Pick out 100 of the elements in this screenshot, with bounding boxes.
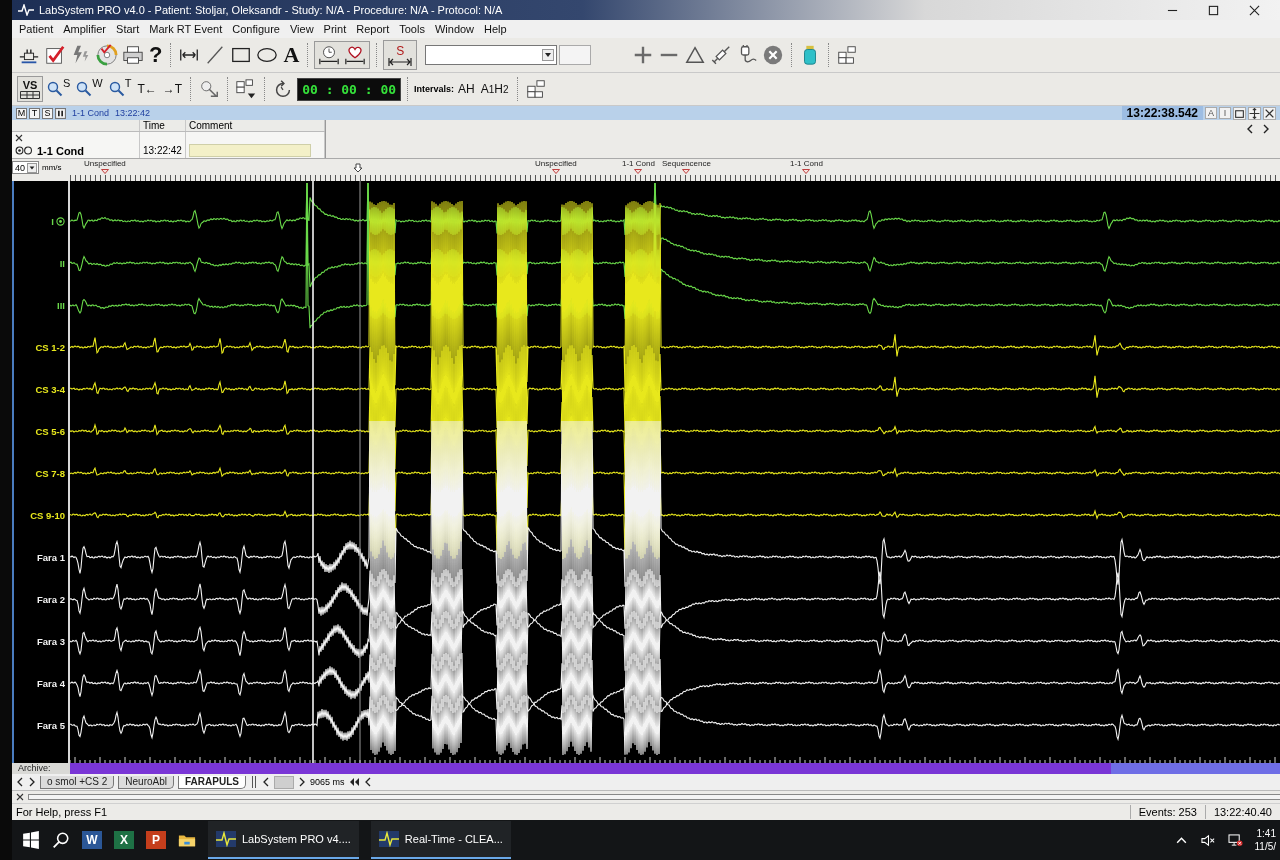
channel-label: CS 1-2: [35, 341, 65, 353]
cursor-line[interactable]: [359, 181, 361, 763]
marker-label[interactable]: Unspecified: [84, 159, 126, 169]
close-icon[interactable]: [15, 133, 23, 142]
table-cell: 13:22:42: [143, 145, 182, 156]
layout-icon[interactable]: [836, 44, 859, 66]
cancel-icon[interactable]: [762, 44, 785, 66]
comment-field[interactable]: [189, 144, 311, 157]
marker-label[interactable]: Unspecified: [535, 159, 577, 169]
disc-icon[interactable]: [96, 44, 118, 66]
taskbar-app-button[interactable]: LabSystem PRO v4....: [208, 821, 359, 859]
event-title: 1-1 Cond: [72, 108, 110, 118]
network-icon[interactable]: [1227, 833, 1243, 847]
event-name[interactable]: 1-1 Cond: [37, 144, 85, 157]
menu-item[interactable]: View: [284, 22, 319, 36]
chevron-right-icon[interactable]: [1262, 124, 1270, 134]
pinned-app-button[interactable]: X: [114, 831, 134, 849]
menu-item[interactable]: Tools: [394, 22, 430, 36]
zoom-button[interactable]: S: [45, 76, 73, 102]
text-tool-button[interactable]: A: [281, 42, 302, 68]
menu-item[interactable]: Print: [318, 22, 352, 36]
channel-label: CS 5-6: [35, 425, 65, 437]
scroll-track[interactable]: [28, 794, 1280, 800]
marker-triangle-icon[interactable]: [802, 169, 811, 174]
search-icon[interactable]: [52, 831, 70, 849]
mode-button[interactable]: M: [16, 107, 27, 119]
restore-icon[interactable]: [1233, 106, 1246, 120]
marker-triangle-icon[interactable]: [682, 169, 691, 174]
close-icon[interactable]: [1263, 106, 1276, 120]
input-field[interactable]: [559, 45, 592, 65]
speed-unit: mm/s: [42, 163, 62, 172]
sheet-tab[interactable]: o smol +CS 2: [40, 775, 115, 789]
double-ring-icon: [15, 146, 33, 155]
marker-label[interactable]: Sequencence: [662, 159, 711, 169]
mode-button[interactable]: T: [29, 107, 40, 119]
chevron-right-icon[interactable]: [28, 777, 36, 787]
clock-caliper-icon[interactable]: [318, 44, 341, 66]
taskbar-app-button[interactable]: Real-Time - CLEA...: [370, 821, 511, 859]
menu-item[interactable]: Start: [111, 22, 145, 36]
close-icon[interactable]: [16, 793, 24, 801]
menu-item[interactable]: Report: [351, 22, 395, 36]
intervals-label: Intervals:: [414, 84, 455, 94]
menu-item[interactable]: Help: [479, 22, 512, 36]
close-icon[interactable]: [1249, 4, 1260, 16]
mode-button[interactable]: S: [42, 107, 53, 119]
muted-speaker-icon[interactable]: [1200, 833, 1216, 847]
chevron-left-icon[interactable]: [364, 777, 373, 787]
archive-label: Archive:: [12, 763, 70, 774]
speed-select[interactable]: 40: [12, 161, 39, 174]
view-select-button[interactable]: VS: [17, 76, 43, 102]
pinned-app-button[interactable]: W: [82, 831, 102, 849]
channel-label: Fara 4: [37, 677, 65, 689]
sheet-tab[interactable]: FARAPULS: [178, 775, 246, 789]
rewind-icon[interactable]: [348, 777, 361, 787]
heart-caliper-icon[interactable]: [344, 44, 367, 66]
channel-label: III: [57, 299, 65, 311]
marker-triangle-icon[interactable]: [634, 169, 643, 174]
menu-item[interactable]: Configure: [227, 22, 285, 36]
grid-icon[interactable]: [524, 78, 547, 100]
menu-item[interactable]: Patient: [14, 22, 59, 36]
marker-triangle-icon[interactable]: [100, 169, 109, 174]
cursor-time: 13:22:38.542: [1121, 106, 1203, 120]
checkbox-icon[interactable]: [44, 44, 66, 66]
triangle-icon[interactable]: [684, 44, 707, 66]
down-arrow-icon[interactable]: [353, 163, 363, 173]
channel-label: Fara 5: [37, 719, 65, 731]
sheet-tab[interactable]: NeuroAbl: [118, 775, 174, 789]
marker-label[interactable]: 1-1 Cond: [622, 159, 655, 169]
mini-button[interactable]: I: [1219, 107, 1231, 119]
column-header: Time: [143, 120, 165, 131]
interval-button[interactable]: AH: [456, 76, 477, 102]
channel-label: Fara 1: [37, 551, 65, 563]
printer-icon[interactable]: [122, 44, 144, 66]
caliper-button[interactable]: S: [383, 40, 418, 70]
waveform-app-icon: [216, 831, 236, 847]
waveform-logo-icon: [18, 4, 34, 16]
mini-button[interactable]: A: [1205, 107, 1217, 119]
chevron-right-icon[interactable]: [297, 777, 306, 787]
scroll-thumb[interactable]: [273, 775, 294, 789]
maximize-icon[interactable]: [1208, 4, 1219, 16]
marker-label[interactable]: 1-1 Cond: [790, 159, 823, 169]
magnifier-icon: [47, 81, 63, 97]
menu-item[interactable]: Window: [429, 22, 480, 36]
chevron-left-icon[interactable]: [16, 777, 24, 787]
pinned-app-button[interactable]: P: [146, 831, 166, 849]
pause-icon[interactable]: [55, 107, 66, 119]
dropdown-field[interactable]: [425, 45, 558, 65]
move-icon[interactable]: [1248, 106, 1261, 120]
shift-button[interactable]: →T: [160, 76, 185, 102]
marker-triangle-icon[interactable]: [551, 169, 560, 174]
chevron-left-icon[interactable]: [261, 777, 270, 787]
magnifier-arrow-icon[interactable]: [198, 78, 221, 100]
menu-item[interactable]: Mark RT Event: [144, 22, 228, 36]
zoom-button[interactable]: W: [74, 76, 105, 102]
windows-start-icon[interactable]: [22, 831, 40, 849]
menu-item[interactable]: Amplifier: [58, 22, 112, 36]
help-button[interactable]: ?: [147, 42, 165, 68]
zoom-button[interactable]: T: [106, 76, 134, 102]
chevron-left-icon[interactable]: [1246, 124, 1254, 134]
shift-button[interactable]: T←: [135, 76, 159, 102]
